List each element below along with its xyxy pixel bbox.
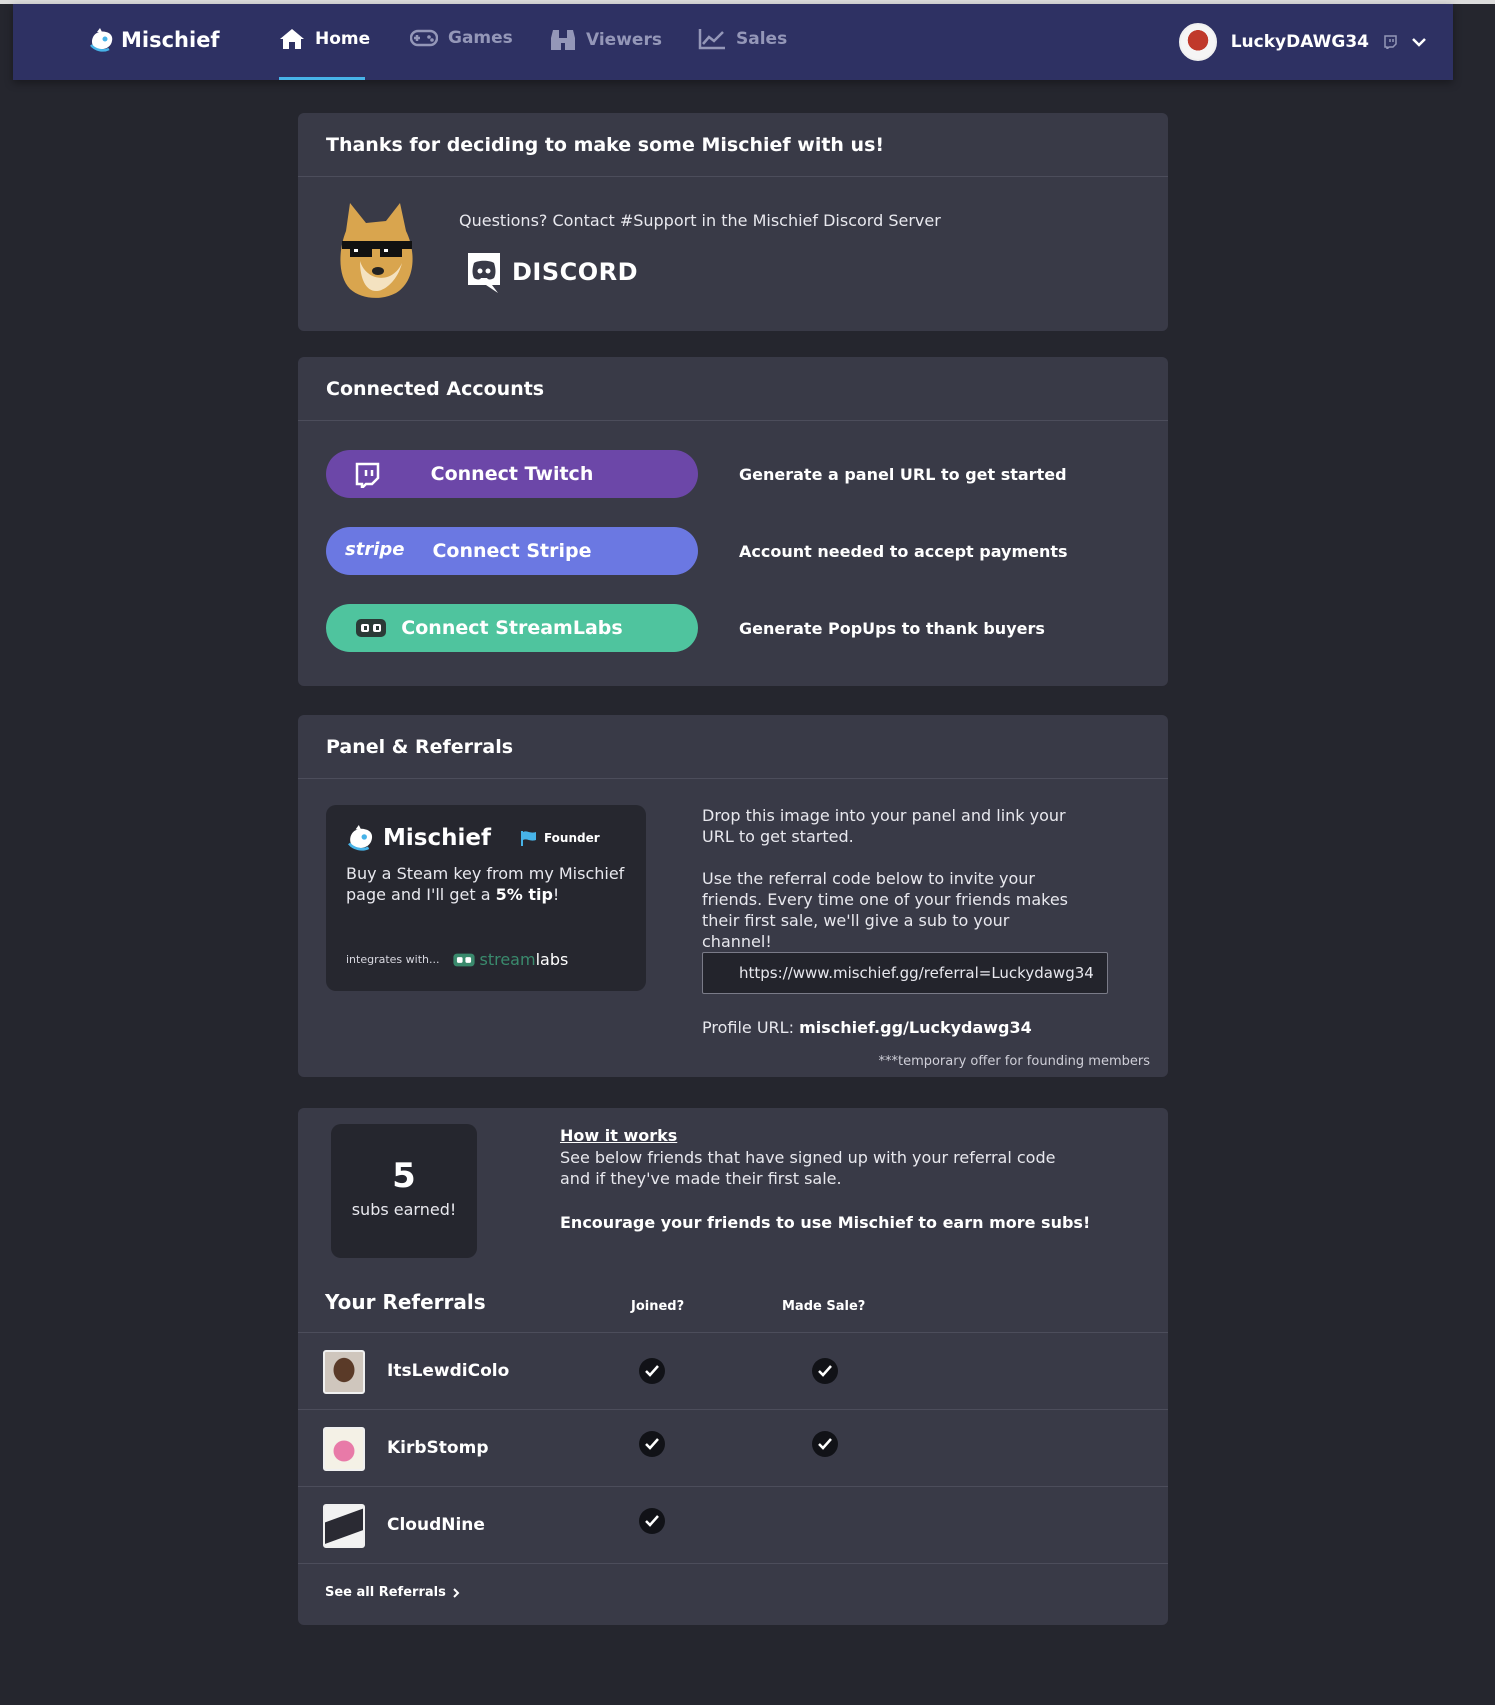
col-sale-header: Made Sale? (782, 1299, 866, 1314)
panel-brand-name: Mischief (383, 825, 491, 851)
streamlabs-icon (356, 619, 386, 637)
discord-link[interactable]: DISCORD (464, 251, 638, 293)
table-divider (298, 1563, 1168, 1564)
sale-check-icon (812, 1431, 838, 1457)
panel-referrals-card: Panel & Referrals Mischief Founder Buy a… (298, 715, 1168, 1077)
connect-twitch-label: Connect Twitch (430, 463, 594, 485)
founder-badge: Founder (520, 830, 600, 846)
welcome-title: Thanks for deciding to make some Mischie… (298, 113, 1168, 177)
sale-check-icon (812, 1358, 838, 1384)
see-all-referrals-link[interactable]: See all Referrals (325, 1585, 460, 1600)
nav-viewers[interactable]: Viewers (550, 28, 662, 52)
flag-icon (520, 831, 536, 846)
welcome-card: Thanks for deciding to make some Mischie… (298, 113, 1168, 331)
subs-label: subs earned! (351, 1200, 457, 1219)
referrals-card: 5 subs earned! How it works See below fr… (298, 1108, 1168, 1625)
panel-desc-end: ! (552, 885, 560, 904)
support-text: Questions? Contact #Support in the Misch… (459, 211, 941, 230)
how-it-works-desc: See below friends that have signed up wi… (560, 1148, 1056, 1188)
referral-avatar (323, 1427, 365, 1471)
nav-sales-label: Sales (736, 29, 788, 49)
gamepad-icon (410, 29, 438, 47)
encourage-text: Encourage your friends to use Mischief t… (560, 1213, 1091, 1232)
streamlabs-logo: streamlabs (452, 950, 569, 969)
subs-earned-box: 5 subs earned! (331, 1124, 477, 1258)
profile-url: Profile URL: mischief.gg/Luckydawg34 (702, 1018, 1032, 1037)
streamlabs-text-b: labs (535, 950, 569, 969)
panel-desc-text: Buy a Steam key from my Mischief page an… (346, 864, 625, 904)
referral-avatar (323, 1504, 365, 1548)
brand-logo[interactable]: Mischief (89, 28, 220, 52)
top-navbar: Mischief Home Games Viewers Sales LuckyD… (13, 4, 1453, 80)
panel-referrals-title: Panel & Referrals (298, 715, 1168, 779)
nav-home-label: Home (315, 29, 371, 49)
home-icon (280, 29, 304, 49)
chevron-down-icon[interactable] (1411, 36, 1427, 48)
integrates-row: integrates with... streamlabs (346, 950, 568, 969)
streamlabs-icon (452, 953, 475, 966)
integrates-label: integrates with... (346, 953, 440, 966)
connect-stripe-button[interactable]: stripe Connect Stripe (326, 527, 698, 575)
founder-label: Founder (543, 831, 600, 845)
binoculars-icon (551, 30, 575, 50)
temporary-offer-note: ***temporary offer for founding members (878, 1054, 1150, 1069)
twitch-small-icon (1384, 35, 1397, 49)
col-joined-header: Joined? (631, 1299, 685, 1314)
panel-image-desc: Buy a Steam key from my Mischief page an… (346, 863, 626, 905)
your-referrals-title: Your Referrals (325, 1290, 486, 1314)
streamlabs-description: Generate PopUps to thank buyers (739, 619, 1045, 638)
panel-brand: Mischief Founder (346, 825, 626, 851)
joined-check-icon (639, 1431, 665, 1457)
streamlabs-text-a: stream (479, 950, 536, 969)
nav-viewers-label: Viewers (586, 30, 662, 50)
panel-image-preview: Mischief Founder Buy a Steam key from my… (326, 805, 646, 991)
joined-check-icon (639, 1508, 665, 1534)
connected-accounts-card: Connected Accounts Connect Twitch Genera… (298, 357, 1168, 686)
nav-games[interactable]: Games (410, 28, 513, 48)
mischief-logo-icon (348, 825, 373, 851)
chart-line-icon (698, 29, 725, 50)
chevron-right-icon (453, 1587, 460, 1598)
stripe-logo-icon: stripe (345, 539, 405, 560)
table-row[interactable]: CloudNine (298, 1486, 1168, 1563)
joined-check-icon (639, 1358, 665, 1384)
panel-desc-tip: 5% tip (495, 885, 553, 904)
discord-icon (468, 253, 500, 293)
profile-url-link[interactable]: mischief.gg/Luckydawg34 (799, 1018, 1032, 1037)
referral-name: ItsLewdiColo (387, 1361, 510, 1381)
see-all-label: See all Referrals (325, 1585, 446, 1600)
stripe-description: Account needed to accept payments (739, 542, 1068, 561)
doge-image (340, 203, 413, 298)
table-row[interactable]: KirbStomp (298, 1409, 1168, 1486)
panel-instructions: Drop this image into your panel and link… (702, 806, 1066, 846)
profile-url-label: Profile URL: (702, 1018, 800, 1037)
nav-active-indicator (279, 77, 365, 80)
how-it-works-link[interactable]: How it works (560, 1126, 677, 1145)
user-menu[interactable]: LuckyDAWG34 (1178, 23, 1427, 61)
nav-home[interactable]: Home (279, 28, 370, 50)
user-avatar[interactable] (1178, 23, 1217, 61)
nav-sales[interactable]: Sales (698, 28, 787, 50)
twitch-description: Generate a panel URL to get started (739, 465, 1067, 484)
referral-name: KirbStomp (387, 1438, 489, 1458)
connect-twitch-button[interactable]: Connect Twitch (326, 450, 698, 498)
mischief-logo-icon (90, 28, 113, 52)
referral-url-input[interactable] (702, 952, 1108, 994)
connect-streamlabs-button[interactable]: Connect StreamLabs (326, 604, 698, 652)
referral-avatar (323, 1350, 365, 1394)
discord-label: DISCORD (512, 258, 639, 286)
brand-name: Mischief (121, 28, 220, 52)
table-row[interactable]: ItsLewdiColo (298, 1332, 1168, 1409)
twitch-icon (355, 462, 380, 488)
connected-accounts-title: Connected Accounts (298, 357, 1168, 421)
subs-count: 5 (392, 1156, 416, 1196)
referral-name: CloudNine (387, 1515, 485, 1535)
username: LuckyDAWG34 (1230, 32, 1369, 52)
referral-info: Use the referral code below to invite yo… (702, 869, 1069, 951)
nav-games-label: Games (448, 28, 513, 48)
